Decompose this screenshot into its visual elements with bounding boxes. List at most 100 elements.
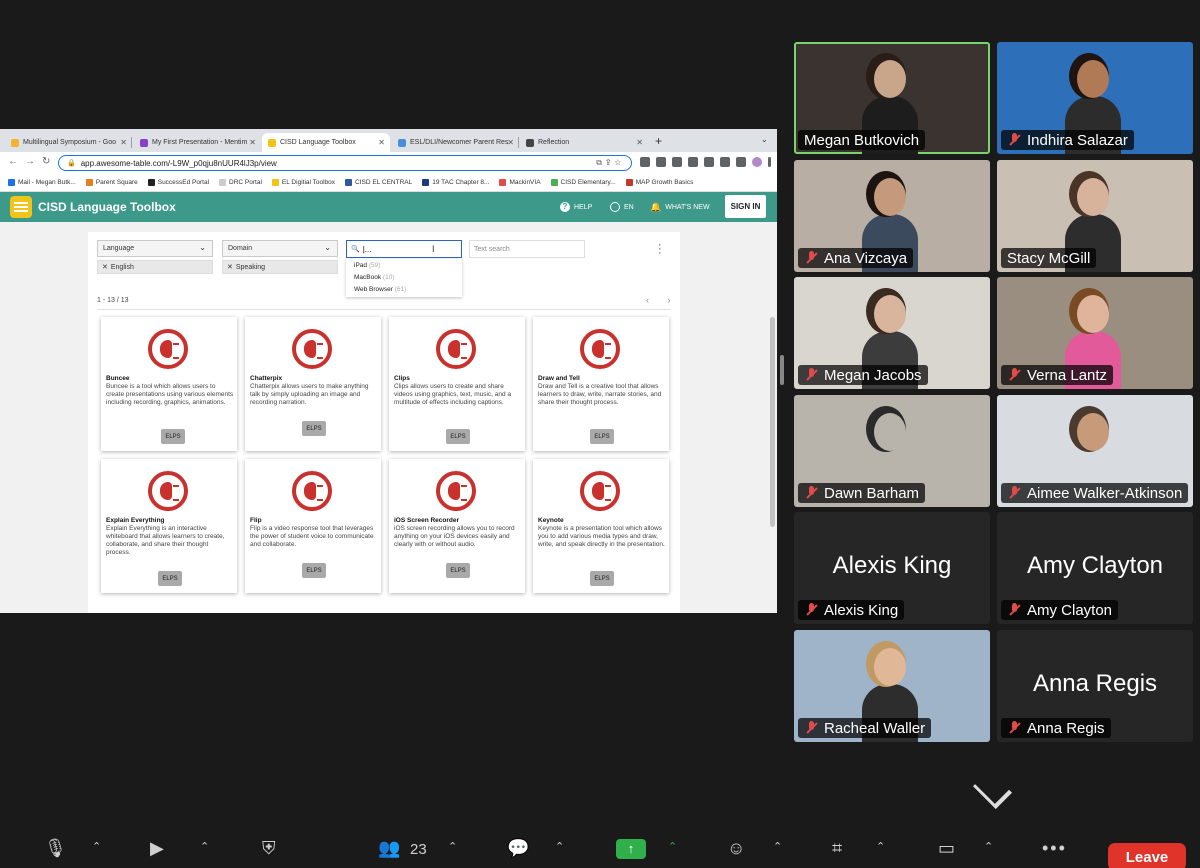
participant-tile[interactable]: Dawn Barham (794, 395, 990, 507)
panel-resize-handle[interactable] (780, 355, 784, 385)
device-filter-input[interactable]: 🔍 |... I (346, 240, 462, 258)
sign-in-button[interactable]: SIGN IN (725, 195, 766, 218)
gallery-next-page-chevron-icon[interactable] (972, 784, 1016, 804)
close-tab-icon[interactable]: ✕ (120, 138, 127, 147)
participant-tile[interactable]: Anna Regis Anna Regis (997, 630, 1193, 742)
forward-arrow-icon[interactable]: → (25, 156, 35, 167)
share-options-chevron-icon[interactable]: ⌃ (668, 840, 677, 853)
close-tab-icon[interactable]: ✕ (636, 138, 643, 147)
puzzle-icon[interactable] (720, 157, 730, 167)
elps-tag[interactable]: ELPS (590, 571, 614, 586)
reactions-icon[interactable]: ☺ (727, 838, 745, 859)
extension-icon[interactable] (704, 157, 714, 167)
extension-icon[interactable] (688, 157, 698, 167)
bookmark-item[interactable]: CISD Elementary... (550, 179, 616, 186)
browser-tab[interactable]: Multilingual Symposium - Goo ✕ (5, 133, 132, 152)
elps-tag[interactable]: ELPS (302, 421, 326, 436)
elps-tag[interactable]: ELPS (446, 429, 470, 444)
reactions-options-chevron-icon[interactable]: ⌃ (773, 840, 782, 853)
leave-button[interactable]: Leave (1108, 843, 1186, 868)
participant-tile[interactable]: Indhira Salazar (997, 42, 1193, 154)
close-tab-icon[interactable]: ✕ (507, 138, 514, 147)
more-options-icon[interactable]: · · · (658, 240, 662, 259)
chat-icon[interactable]: 💬 (507, 838, 529, 859)
page-scrollbar[interactable] (770, 317, 775, 527)
elps-tag[interactable]: ELPS (161, 429, 185, 444)
back-arrow-icon[interactable]: ← (8, 156, 18, 167)
participant-tile[interactable]: Amy Clayton Amy Clayton (997, 512, 1193, 624)
elps-tag[interactable]: ELPS (590, 429, 614, 444)
whiteboard-options-chevron-icon[interactable]: ⌃ (984, 840, 993, 853)
domain-chip[interactable]: ✕ Speaking (222, 260, 338, 274)
participant-count[interactable]: 23 (410, 841, 427, 858)
text-search-input[interactable]: Text search (469, 240, 585, 258)
browser-tab[interactable]: ESL/DLI/Newcomer Parent Res ✕ (392, 133, 519, 152)
new-tab-button[interactable]: + (655, 134, 662, 148)
extension-icon[interactable] (656, 157, 666, 167)
remove-chip-icon[interactable]: ✕ (227, 263, 233, 271)
help-button[interactable]: ? HELP (560, 202, 592, 212)
tool-card[interactable]: Explain Everything Explain Everything is … (101, 459, 237, 593)
tool-card[interactable]: Clips Clips allows users to create and sh… (389, 317, 525, 451)
participant-tile[interactable]: Megan Jacobs (794, 277, 990, 389)
pagination-arrows[interactable]: ‹ › (646, 295, 679, 305)
language-button[interactable]: EN (610, 202, 634, 212)
whats-new-button[interactable]: 🔔 WHAT'S NEW (650, 202, 710, 213)
bookmark-item[interactable]: DRC Portal (219, 179, 262, 186)
video-options-chevron-icon[interactable]: ⌃ (200, 840, 209, 853)
tool-card[interactable]: Buncee Buncee is a tool which allows user… (101, 317, 237, 451)
bookmark-item[interactable]: 19 TAC Chapter 8... (422, 179, 489, 186)
participants-icon[interactable]: 👥 (378, 838, 400, 859)
bookmark-item[interactable]: SuccessEd Portal (147, 179, 209, 186)
tool-card[interactable]: Flip Flip is a video response tool that l… (245, 459, 381, 593)
participant-tile[interactable]: Alexis King Alexis King (794, 512, 990, 624)
bookmark-item[interactable]: MackinVIA (499, 179, 541, 186)
close-tab-icon[interactable]: ✕ (378, 138, 385, 147)
video-camera-icon[interactable]: ▶ (150, 838, 164, 859)
participants-options-chevron-icon[interactable]: ⌃ (448, 840, 457, 853)
share-screen-button[interactable]: ↑ (616, 839, 646, 859)
reload-icon[interactable]: ↻ (42, 156, 50, 167)
elps-tag[interactable]: ELPS (158, 571, 182, 586)
participant-tile[interactable]: Megan Butkovich (794, 42, 990, 154)
extension-icon[interactable] (672, 157, 682, 167)
apps-icon[interactable]: ⌗ (832, 838, 842, 859)
bookmark-item[interactable]: EL Digitial Toolbox (271, 179, 335, 186)
participant-tile[interactable]: Ana Vizcaya (794, 160, 990, 272)
bookmark-item[interactable]: Parent Square (85, 179, 138, 186)
elps-tag[interactable]: ELPS (446, 563, 470, 578)
sidebar-icon[interactable] (736, 157, 746, 167)
whiteboard-icon[interactable]: ▭ (938, 838, 955, 859)
device-option[interactable]: iPad (59) (354, 262, 380, 269)
audio-options-chevron-icon[interactable]: ⌃ (92, 840, 101, 853)
participant-tile[interactable]: Verna Lantz (997, 277, 1193, 389)
bookmark-item[interactable]: CISD EL CENTRAL (345, 179, 412, 186)
browser-tab[interactable]: Reflection ✕ (520, 133, 648, 152)
participant-tile[interactable]: Stacy McGill (997, 160, 1193, 272)
browser-tab[interactable]: My First Presentation - Mentim ✕ (134, 133, 261, 152)
participant-tile[interactable]: Racheal Waller (794, 630, 990, 742)
omnibox-action-icons[interactable]: ⧉⇪☆ (596, 158, 625, 168)
tool-card[interactable]: Draw and Tell Draw and Tell is a creative… (533, 317, 669, 451)
bookmark-item[interactable]: MAP Growth Basics (625, 179, 693, 186)
language-chip[interactable]: ✕ English (97, 260, 213, 274)
tool-card[interactable]: Chatterpix Chatterpix allows users to mak… (245, 317, 381, 451)
language-filter[interactable]: Language ⌄ (97, 240, 213, 257)
device-option[interactable]: Web Browser (61) (354, 286, 406, 293)
extension-icon[interactable] (640, 157, 650, 167)
close-tab-icon[interactable]: ✕ (249, 138, 256, 147)
chat-options-chevron-icon[interactable]: ⌃ (555, 840, 564, 853)
tab-search-chevron-icon[interactable]: ⌄ (761, 135, 768, 144)
bookmark-item[interactable]: Mail - Megan Butk... (8, 179, 76, 186)
mic-muted-icon[interactable]: 🎙 (44, 838, 67, 859)
elps-tag[interactable]: ELPS (302, 563, 326, 578)
domain-filter[interactable]: Domain ⌄ (222, 240, 338, 257)
browser-tab-active[interactable]: CISD Language Toolbox ✕ (262, 133, 390, 152)
browser-menu-icon[interactable] (768, 157, 771, 167)
remove-chip-icon[interactable]: ✕ (102, 263, 108, 271)
tool-card[interactable]: iOS Screen Recorder iOS screen recording … (389, 459, 525, 593)
more-icon[interactable]: ••• (1042, 838, 1067, 859)
device-option[interactable]: MacBook (10) (354, 274, 394, 281)
address-bar[interactable]: 🔒 app.awesome-table.com/-L9W_p0qju8nUUR4… (58, 155, 632, 171)
profile-avatar[interactable] (752, 157, 762, 167)
